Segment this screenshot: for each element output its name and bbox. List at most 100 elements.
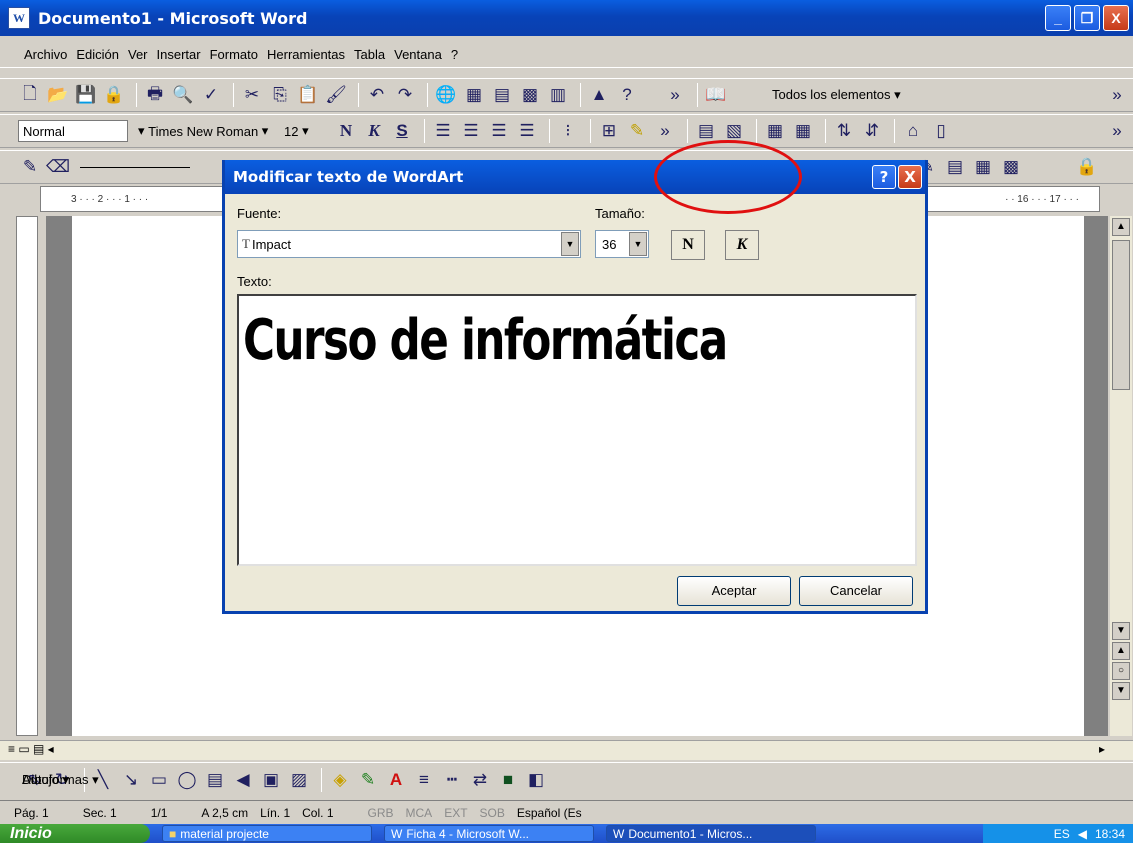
print-icon[interactable]: 🖶: [143, 83, 167, 107]
language-indicator[interactable]: ES: [1054, 827, 1070, 841]
table-insert-icon[interactable]: ▦: [763, 119, 787, 143]
tables-borders-icon[interactable]: ▦: [462, 83, 486, 107]
dialog-bold-button[interactable]: N: [671, 230, 705, 260]
status-mca[interactable]: MCA: [406, 806, 433, 820]
columns-icon[interactable]: ▥: [546, 83, 570, 107]
table-delete-icon[interactable]: ▦: [791, 119, 815, 143]
vertical-scrollbar[interactable]: ▲ ▼ ▲ ○ ▼: [1110, 216, 1132, 736]
rectangle-icon[interactable]: ▭: [147, 768, 171, 792]
bullets-icon[interactable]: ⁝: [556, 119, 580, 143]
arrow-style-icon[interactable]: ⇄: [468, 768, 492, 792]
font-select[interactable]: T Impact ▼: [237, 230, 581, 258]
save-icon[interactable]: 💾: [74, 83, 98, 107]
copy-icon[interactable]: ⎘: [268, 83, 292, 107]
drawing-icon[interactable]: ▲: [587, 83, 611, 107]
task-documento1[interactable]: W Documento1 - Micros...: [606, 825, 816, 842]
distribute-icon[interactable]: ▦: [971, 155, 995, 179]
wordart-text-input[interactable]: Curso de informática: [237, 294, 917, 566]
scroll-down-icon[interactable]: ▼: [1112, 622, 1130, 640]
research-icon[interactable]: 📖: [704, 83, 728, 107]
scroll-up-icon[interactable]: ▲: [1112, 218, 1130, 236]
task-pane-selector[interactable]: Todos los elementos ▾: [772, 87, 901, 103]
borders-icon[interactable]: ⊞: [597, 119, 621, 143]
justify-icon[interactable]: ☰: [515, 119, 539, 143]
status-sob[interactable]: SOB: [480, 806, 505, 820]
clock[interactable]: 18:34: [1095, 827, 1125, 841]
menu-herramientas[interactable]: Herramientas: [267, 47, 345, 62]
new-document-icon[interactable]: 🗋: [18, 83, 42, 107]
menu-ventana[interactable]: Ventana: [394, 47, 442, 62]
status-ext[interactable]: EXT: [444, 806, 467, 820]
menu-insertar[interactable]: Insertar: [157, 47, 201, 62]
scroll-thumb[interactable]: [1112, 240, 1130, 390]
eraser-icon[interactable]: ⌫: [46, 155, 70, 179]
spelling-icon[interactable]: ✓: [199, 83, 223, 107]
insert-table-icon[interactable]: ▤: [490, 83, 514, 107]
permission-icon[interactable]: 🔒: [102, 83, 126, 107]
dialog-italic-button[interactable]: K: [725, 230, 759, 260]
document-icon[interactable]: ▯: [929, 119, 953, 143]
prev-page-icon[interactable]: ▲: [1112, 642, 1130, 660]
wordart-icon[interactable]: ◀: [231, 768, 255, 792]
italic-button[interactable]: K: [362, 119, 386, 143]
size-select[interactable]: 36 ▼: [595, 230, 649, 258]
redo-icon[interactable]: ↷: [393, 83, 417, 107]
chevron-down-icon[interactable]: ▼: [629, 232, 647, 256]
menu-archivo[interactable]: Archivo: [24, 47, 67, 62]
size-combo[interactable]: 12 ▾: [280, 120, 328, 142]
style-combo[interactable]: Normal: [18, 120, 128, 142]
hyperlink-icon[interactable]: 🌐: [434, 83, 458, 107]
table-icon[interactable]: ▤: [943, 155, 967, 179]
arrow-icon[interactable]: ↘: [119, 768, 143, 792]
fill-color-icon[interactable]: ◈: [328, 768, 352, 792]
overflow-icon[interactable]: »: [653, 119, 677, 143]
close-button[interactable]: X: [1103, 5, 1129, 31]
line-style-icon[interactable]: ≡: [412, 768, 436, 792]
next-page-icon[interactable]: ▼: [1112, 682, 1130, 700]
lock-icon[interactable]: 🔒: [1075, 155, 1099, 179]
overflow-icon[interactable]: »: [1105, 83, 1129, 107]
line-color-icon[interactable]: ✎: [356, 768, 380, 792]
sort-asc-icon[interactable]: ⇅: [832, 119, 856, 143]
overflow-icon[interactable]: »: [663, 83, 687, 107]
highlight-icon[interactable]: ✎: [625, 119, 649, 143]
status-grb[interactable]: GRB: [368, 806, 394, 820]
open-folder-icon[interactable]: 📂: [46, 83, 70, 107]
restore-button[interactable]: ❐: [1074, 5, 1100, 31]
minimize-button[interactable]: _: [1045, 5, 1071, 31]
browse-object-icon[interactable]: ○: [1112, 662, 1130, 680]
overflow-icon[interactable]: »: [1105, 119, 1129, 143]
line-style[interactable]: [80, 166, 190, 168]
autoformat-icon[interactable]: ▩: [999, 155, 1023, 179]
picture-icon[interactable]: ▨: [287, 768, 311, 792]
oval-icon[interactable]: ◯: [175, 768, 199, 792]
paste-icon[interactable]: 📋: [296, 83, 320, 107]
format-painter-icon[interactable]: 🖌: [324, 83, 348, 107]
dash-style-icon[interactable]: ┅: [440, 768, 464, 792]
task-ficha4[interactable]: W Ficha 4 - Microsoft W...: [384, 825, 594, 842]
clipart-icon[interactable]: ▣: [259, 768, 283, 792]
autoshapes-menu[interactable]: Autoformas ▾: [22, 772, 99, 788]
font-combo[interactable]: ▾ Times New Roman ▾: [134, 120, 274, 142]
insert-excel-icon[interactable]: ▩: [518, 83, 542, 107]
3d-icon[interactable]: ◧: [524, 768, 548, 792]
horizontal-scrollbar[interactable]: ≡ ▭ ▤ ◂ ▸: [0, 740, 1133, 760]
cut-icon[interactable]: ✂: [240, 83, 264, 107]
sort-desc-icon[interactable]: ⇵: [860, 119, 884, 143]
shadow-icon[interactable]: ■: [496, 768, 520, 792]
menu-formato[interactable]: Formato: [210, 47, 258, 62]
scroll-right-icon[interactable]: ▸: [1099, 742, 1105, 756]
menu-tabla[interactable]: Tabla: [354, 47, 385, 62]
undo-icon[interactable]: ↶: [365, 83, 389, 107]
menu-edicion[interactable]: Edición: [76, 47, 119, 62]
textbox-icon[interactable]: ▤: [203, 768, 227, 792]
chevron-down-icon[interactable]: ▼: [561, 232, 579, 256]
help-icon[interactable]: ?: [615, 83, 639, 107]
cancel-button[interactable]: Cancelar: [799, 576, 913, 606]
bold-button[interactable]: N: [334, 119, 358, 143]
task-material-projecte[interactable]: ■ material projecte: [162, 825, 372, 842]
print-preview-icon[interactable]: 🔍: [171, 83, 195, 107]
dialog-help-button[interactable]: ?: [872, 165, 896, 189]
menu-help[interactable]: ?: [451, 47, 458, 62]
menu-ver[interactable]: Ver: [128, 47, 148, 62]
